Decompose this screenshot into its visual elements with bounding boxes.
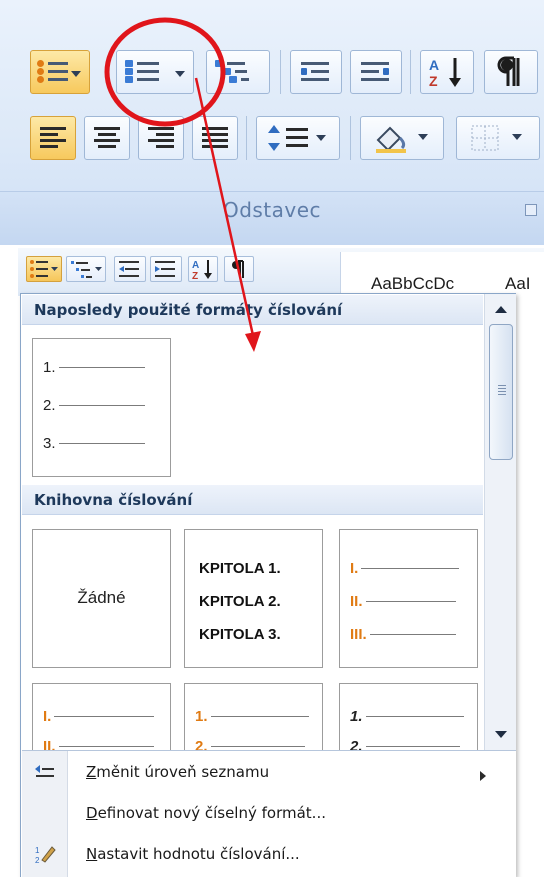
annotation-arrow	[194, 77, 256, 341]
annotation-circle	[104, 17, 226, 127]
annotation-arrowhead-icon	[245, 331, 261, 352]
annotation-overlay	[104, 17, 261, 352]
